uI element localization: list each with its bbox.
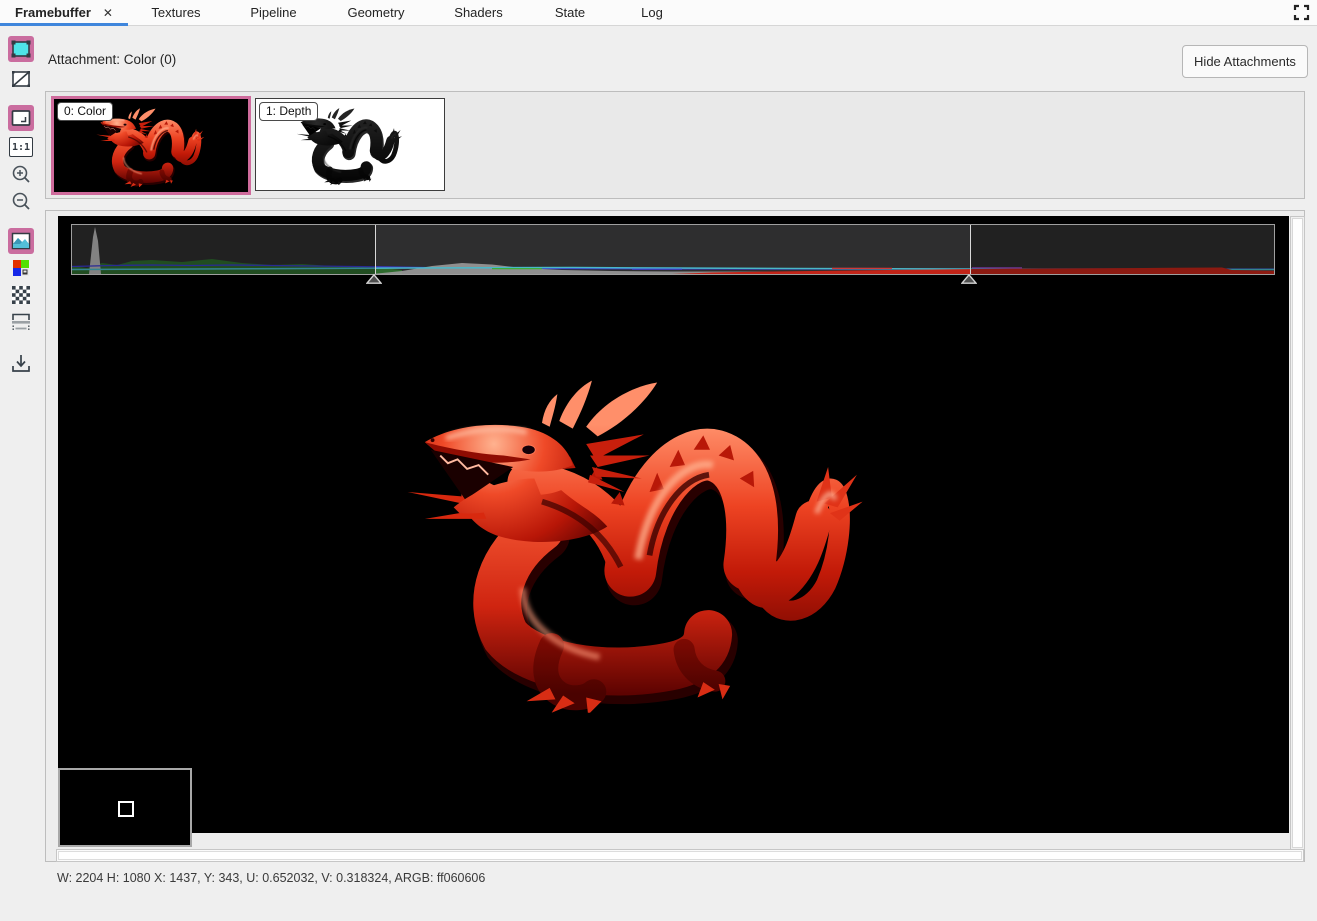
active-tab-underline	[0, 23, 128, 26]
framebuffer-viewer-window: Framebuffer ✕ Textures Pipeline Geometry…	[0, 0, 1317, 921]
attachment-title: Attachment: Color (0)	[48, 52, 176, 67]
horizontal-scrollbar[interactable]	[56, 849, 1304, 862]
attachment-thumbnail-color[interactable]: 0: Color	[51, 96, 251, 195]
fit-to-window-icon[interactable]	[8, 105, 34, 131]
fit-to-window-glyph	[9, 106, 33, 130]
solid-background-icon[interactable]	[8, 309, 34, 335]
tab-log[interactable]: Log	[612, 0, 692, 25]
zoom-out-icon[interactable]	[8, 189, 34, 215]
rgba-channels-icon[interactable]	[8, 255, 34, 281]
tab-framebuffer[interactable]: Framebuffer ✕	[0, 0, 128, 25]
attachments-strip: 0: Color 1: Depth	[45, 91, 1305, 199]
minimap-viewport-rect[interactable]	[118, 801, 134, 817]
zoom-in-icon[interactable]	[8, 162, 34, 188]
selection-rect-icon[interactable]	[8, 36, 34, 62]
tab-state-label: State	[555, 5, 585, 20]
save-image-glyph	[9, 351, 33, 375]
checkerboard-background-icon[interactable]	[8, 282, 34, 308]
tab-shaders-label: Shaders	[454, 5, 502, 20]
vertical-scrollbar-thumb[interactable]	[1292, 218, 1303, 848]
histogram-range-max-handle[interactable]	[961, 274, 977, 284]
selection-rect-glyph	[9, 37, 33, 61]
framebuffer-view-area	[45, 210, 1305, 862]
attachment-thumbnail-depth[interactable]: 1: Depth	[255, 98, 445, 191]
attachment-label-color: 0: Color	[57, 102, 113, 121]
tab-geometry[interactable]: Geometry	[323, 0, 429, 25]
vertical-scrollbar[interactable]	[1290, 216, 1305, 850]
solid-background-glyph	[9, 310, 33, 334]
close-tab-icon[interactable]: ✕	[103, 6, 113, 20]
attachment-label-depth: 1: Depth	[259, 102, 318, 121]
fullscreen-icon[interactable]	[1293, 4, 1310, 21]
checkerboard-glyph	[9, 283, 33, 307]
tab-pipeline[interactable]: Pipeline	[224, 0, 323, 25]
histogram[interactable]	[71, 224, 1275, 275]
no-selection-glyph	[9, 67, 33, 91]
zoom-out-glyph	[9, 190, 33, 214]
horizontal-scrollbar-thumb[interactable]	[58, 851, 1302, 860]
tab-textures[interactable]: Textures	[128, 0, 224, 25]
tab-geometry-label: Geometry	[347, 5, 404, 20]
hide-attachments-button[interactable]: Hide Attachments	[1182, 45, 1308, 78]
zoom-in-glyph	[9, 163, 33, 187]
tab-pipeline-label: Pipeline	[250, 5, 296, 20]
histogram-plot	[72, 225, 1274, 274]
tab-state[interactable]: State	[528, 0, 612, 25]
tab-bar: Framebuffer ✕ Textures Pipeline Geometry…	[0, 0, 1317, 26]
minimap[interactable]	[58, 768, 192, 847]
image-display-glyph	[9, 229, 33, 253]
histogram-range-min-handle[interactable]	[366, 274, 382, 284]
tab-shaders[interactable]: Shaders	[429, 0, 528, 25]
framebuffer-canvas[interactable]	[58, 216, 1289, 833]
dragon-render	[398, 366, 878, 714]
save-image-icon[interactable]	[8, 350, 34, 376]
actual-size-label: 1:1	[9, 137, 33, 157]
rgba-channels-glyph	[9, 256, 33, 280]
pixel-status-readout: W: 2204 H: 1080 X: 1437, Y: 343, U: 0.65…	[57, 871, 485, 885]
tab-log-label: Log	[641, 5, 663, 20]
actual-size-icon[interactable]: 1:1	[8, 134, 34, 160]
image-display-icon[interactable]	[8, 228, 34, 254]
tab-textures-label: Textures	[151, 5, 200, 20]
no-selection-icon[interactable]	[8, 66, 34, 92]
tab-framebuffer-label: Framebuffer	[15, 5, 91, 20]
